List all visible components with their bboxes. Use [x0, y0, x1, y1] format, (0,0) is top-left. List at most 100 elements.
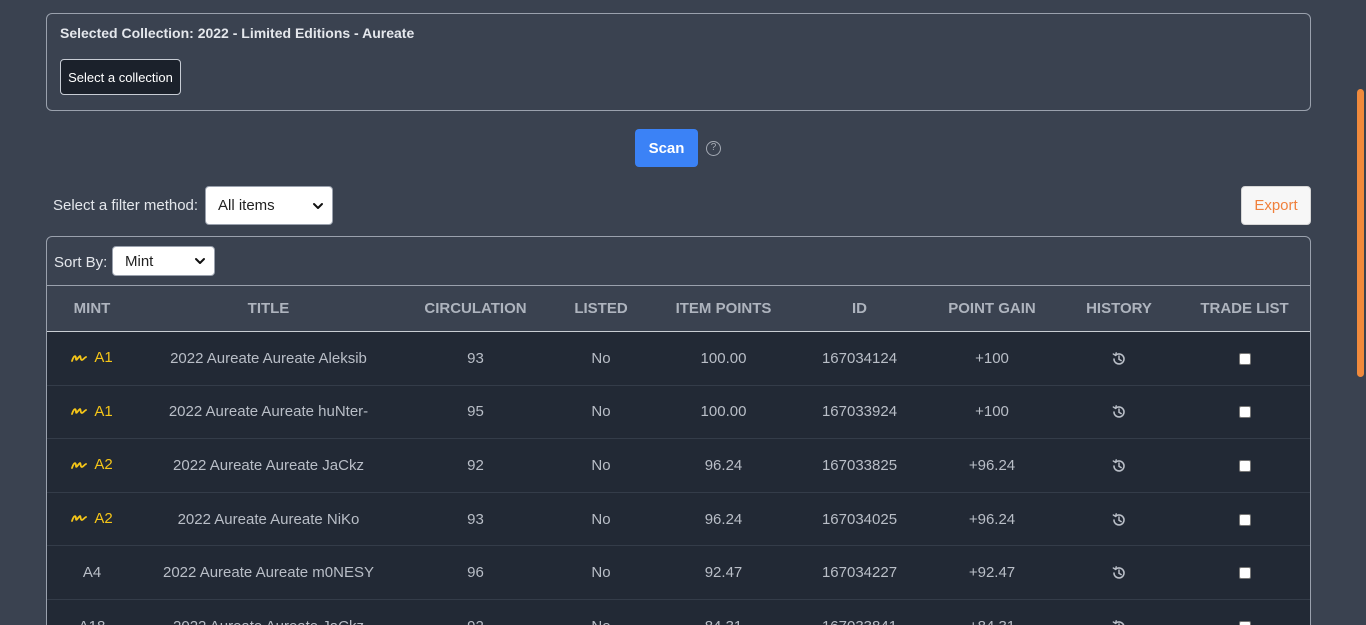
point-gain-cell: +84.31 [923, 599, 1061, 625]
trade-list-cell [1177, 546, 1310, 600]
mint-value: A1 [94, 402, 113, 420]
trade-list-checkbox[interactable] [1238, 513, 1251, 526]
circulation-cell: 95 [467, 403, 484, 421]
id-cell: 167034025 [821, 510, 898, 528]
collection-title: Selected Collection: 2022 - Limited Edit… [60, 25, 415, 41]
listed-cell: No [591, 403, 611, 421]
trade-list-checkbox[interactable] [1238, 460, 1251, 473]
collection-panel: Selected Collection: 2022 - Limited Edit… [46, 13, 1311, 111]
table-row: A1 2022 Aureate Aureate Aleksib 93 No 100.00… [47, 331, 1310, 386]
mint-value: A2 [94, 509, 113, 527]
column-header-mint[interactable]: MINT [47, 285, 137, 332]
mint-cell: A2 [47, 439, 137, 493]
mint-cell: A4 [47, 546, 137, 600]
select-collection-button[interactable]: Select a collection [60, 59, 181, 95]
trade-list-cell [1177, 439, 1310, 493]
history-icon[interactable] [1111, 512, 1127, 528]
trade-list-checkbox[interactable] [1238, 406, 1251, 419]
column-header-trade-list: TRADE LIST [1177, 285, 1310, 332]
history-cell [1061, 492, 1177, 546]
scrollbar-thumb[interactable] [1357, 89, 1364, 377]
history-cell [1061, 546, 1177, 600]
item-points-cell: 96.24 [704, 510, 743, 528]
point-gain-cell: +92.47 [968, 564, 1016, 582]
filter-selected-value: All items [218, 197, 275, 214]
item-points-cell: 100.00 [700, 349, 747, 367]
id-cell: 167034124 [821, 349, 898, 367]
filter-label: Select a filter method: [53, 197, 199, 214]
history-icon[interactable] [1111, 351, 1127, 367]
trade-list-checkbox[interactable] [1238, 352, 1251, 365]
point-gain-cell: +96.24 [968, 456, 1016, 474]
column-header-id[interactable]: ID [796, 285, 923, 332]
trade-list-checkbox[interactable] [1238, 620, 1251, 625]
mint-cell: A2 [47, 492, 137, 546]
trade-list-cell [1177, 599, 1310, 625]
mint-value: A1 [94, 349, 113, 367]
sort-select[interactable]: Mint [112, 246, 215, 276]
title-cell[interactable]: 2022 Aureate Aureate JaCkz [137, 439, 400, 493]
trade-list-cell [1177, 332, 1310, 386]
signature-icon [71, 408, 88, 416]
point-gain-cell: +100 [975, 349, 1009, 367]
help-icon[interactable]: ? [706, 141, 721, 156]
item-points-cell: 92.47 [704, 564, 743, 582]
circulation-cell: 93 [467, 510, 484, 528]
listed-cell: No [591, 564, 611, 582]
mint-value: A18 [79, 618, 106, 625]
sort-selected-value: Mint [125, 252, 154, 270]
export-button[interactable]: Export [1241, 186, 1311, 225]
history-icon[interactable] [1111, 565, 1127, 581]
circulation-cell: 96 [467, 564, 484, 582]
history-icon[interactable] [1111, 458, 1127, 474]
title-cell[interactable]: 2022 Aureate Aureate NiKo [137, 492, 400, 546]
trade-list-cell [1177, 385, 1310, 439]
mint-cell: A1 [47, 385, 137, 439]
title-cell[interactable]: 2022 Aureate Aureate Aleksib [137, 332, 400, 386]
table-row: A2 2022 Aureate Aureate JaCkz 92 No 96.24 167… [47, 438, 1310, 493]
history-cell [1061, 439, 1177, 493]
trade-list-cell [1177, 492, 1310, 546]
column-header-title[interactable]: TITLE [137, 285, 400, 332]
table-row: A18 2022 Aureate Aureate JaCkz92No84.3116… [47, 599, 1310, 625]
history-icon[interactable] [1111, 619, 1127, 625]
history-icon[interactable] [1111, 404, 1127, 420]
history-cell [1061, 385, 1177, 439]
filter-method-select[interactable]: All items [205, 186, 333, 225]
item-points-cell: 96.24 [704, 456, 743, 474]
listed-cell: No [551, 599, 651, 625]
column-header-history: HISTORY [1061, 285, 1177, 332]
column-header-point-gain[interactable]: POINT GAIN [923, 285, 1061, 332]
listed-cell: No [591, 456, 611, 474]
column-header-listed[interactable]: LISTED [551, 285, 651, 332]
items-table: MINT TITLE CIRCULATION LISTED ITEM POINT… [47, 285, 1310, 625]
circulation-cell: 92 [467, 456, 484, 474]
title-cell[interactable]: 2022 Aureate Aureate JaCkz [137, 599, 400, 625]
id-cell: 167033841 [796, 599, 923, 625]
title-cell[interactable]: 2022 Aureate Aureate huNter- [137, 385, 400, 439]
table-row: A1 2022 Aureate Aureate huNter- 95 No 100.00… [47, 385, 1310, 439]
table-body: A1 2022 Aureate Aureate Aleksib 93 No 100.00… [47, 331, 1310, 625]
circulation-cell: 93 [467, 349, 484, 367]
scan-button[interactable]: Scan [635, 129, 698, 167]
page: Selected Collection: 2022 - Limited Edit… [0, 0, 1366, 625]
item-points-cell: 100.00 [700, 403, 747, 421]
column-header-circulation[interactable]: CIRCULATION [400, 285, 551, 332]
trade-list-checkbox[interactable] [1238, 567, 1251, 580]
listed-cell: No [591, 510, 611, 528]
mint-cell: A18 [47, 599, 137, 625]
table-row: A2 2022 Aureate Aureate NiKo 93 No 96.24 1670… [47, 492, 1310, 546]
id-cell: 167033825 [821, 456, 898, 474]
signature-icon [71, 515, 88, 523]
signature-icon [71, 354, 88, 362]
items-table-panel: Sort By: Mint MINT TITLE CIRCULATION LIS… [46, 236, 1311, 625]
signature-icon [71, 461, 88, 469]
history-cell [1061, 332, 1177, 386]
column-header-item-points[interactable]: ITEM POINTS [651, 285, 796, 332]
point-gain-cell: +100 [975, 403, 1009, 421]
table-header-row: MINT TITLE CIRCULATION LISTED ITEM POINT… [47, 285, 1310, 332]
item-points-cell: 84.31 [651, 599, 796, 625]
sort-label: Sort By: [54, 254, 108, 271]
id-cell: 167033924 [821, 403, 898, 421]
title-cell[interactable]: 2022 Aureate Aureate m0NESY [137, 546, 400, 600]
